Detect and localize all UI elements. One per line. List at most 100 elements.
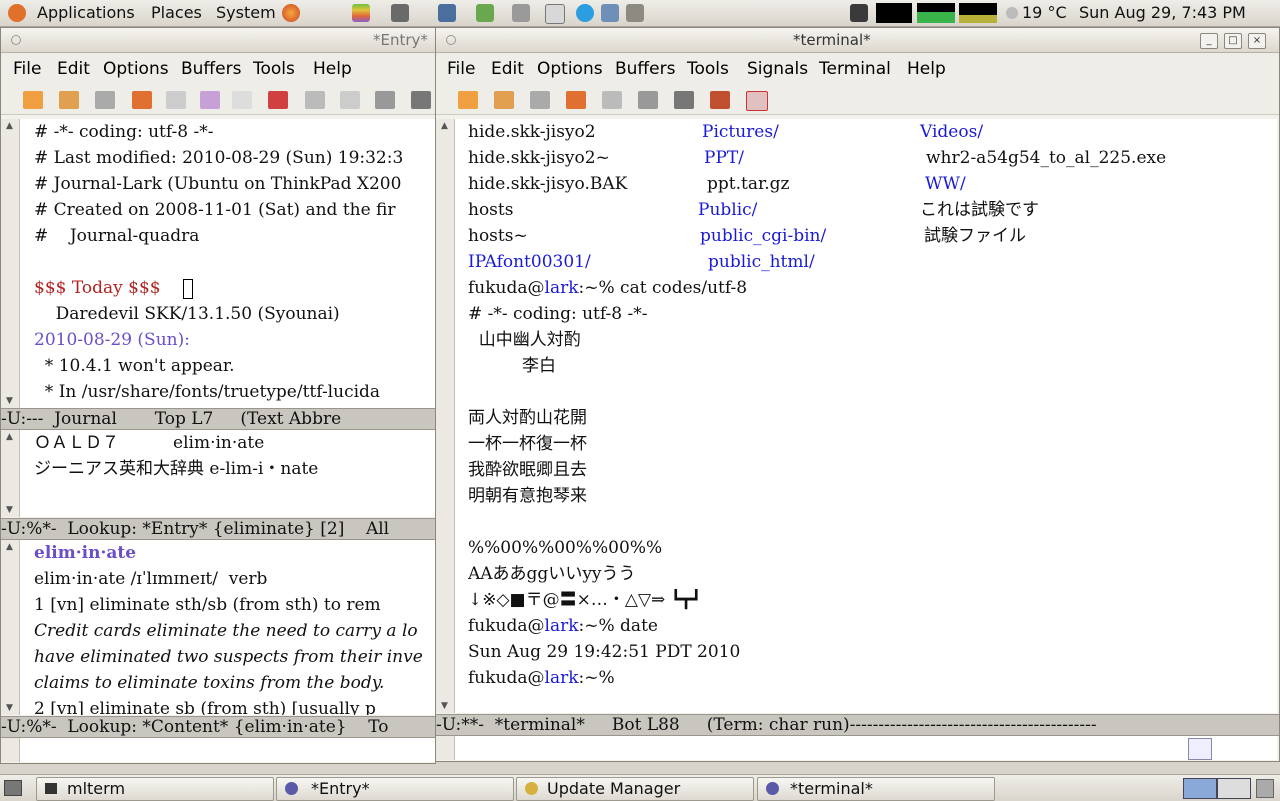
- task-terminal[interactable]: *terminal*: [757, 777, 995, 801]
- scim-icon[interactable]: [1188, 738, 1212, 760]
- output-line: 山中幽人対酌: [468, 330, 581, 350]
- help-icon[interactable]: [746, 91, 768, 111]
- print-icon[interactable]: [411, 91, 431, 109]
- skype-icon[interactable]: [576, 4, 594, 22]
- scrollbar[interactable]: [1, 738, 20, 762]
- terminal-buffer[interactable]: ▲ ▼ hide.skk-jisyo2 Pictures/ Videos/ hid…: [436, 119, 1277, 713]
- cpu-graph[interactable]: [876, 3, 912, 23]
- cut-icon[interactable]: [268, 91, 288, 109]
- menu-edit[interactable]: Edit: [491, 59, 524, 79]
- task-label: Update Manager: [547, 779, 681, 798]
- menu-tools[interactable]: Tools: [687, 59, 729, 79]
- menu-terminal[interactable]: Terminal: [819, 59, 891, 79]
- save-icon[interactable]: [166, 91, 186, 109]
- menu-signals[interactable]: Signals: [747, 59, 808, 79]
- new-file-icon[interactable]: [23, 91, 43, 109]
- maximize-button[interactable]: □: [1224, 33, 1242, 49]
- task-entry[interactable]: *Entry*: [276, 777, 514, 801]
- close-buffer-icon[interactable]: [566, 91, 586, 109]
- scrollbar[interactable]: ▲ ▼: [436, 119, 455, 713]
- bag-icon[interactable]: [476, 4, 494, 22]
- new-file-icon[interactable]: [458, 91, 478, 109]
- copy-icon[interactable]: [305, 91, 325, 109]
- paste-icon[interactable]: [340, 91, 360, 109]
- terminal-modeline[interactable]: -U:**- *terminal* Bot L88 (Term: char ru…: [436, 714, 1279, 736]
- journal-modeline[interactable]: -U:--- Journal Top L7 (Text Abbre: [1, 408, 435, 430]
- entry-minibuffer[interactable]: [1, 738, 435, 762]
- journal-buffer[interactable]: ▲ ▼ # -*- coding: utf-8 -*- # Last modifi…: [1, 119, 435, 408]
- emacs-icon: [285, 782, 298, 795]
- window-menu-icon[interactable]: [11, 35, 21, 45]
- terminal-minibuffer[interactable]: [436, 736, 1277, 760]
- ls-entry: hosts~: [468, 226, 528, 246]
- journal-line: # Journal-Lark (Ubuntu on ThinkPad X200: [34, 174, 402, 194]
- camera-icon[interactable]: [391, 4, 409, 22]
- task-update-manager[interactable]: Update Manager: [516, 777, 754, 801]
- undo-icon[interactable]: [232, 91, 252, 109]
- content-modeline[interactable]: -U:%*- Lookup: *Content* {elim·in·ate} T…: [1, 716, 435, 738]
- lookup-modeline[interactable]: -U:%*- Lookup: *Entry* {eliminate} [2] A…: [1, 518, 435, 540]
- monitor-applet-icon[interactable]: [850, 4, 868, 22]
- trash-icon[interactable]: [1256, 779, 1274, 798]
- menu-file[interactable]: File: [447, 59, 475, 79]
- monitor-icon[interactable]: [438, 4, 456, 22]
- menu-file[interactable]: File: [13, 59, 41, 79]
- content-example: claims to eliminate toxins from the body…: [34, 673, 385, 693]
- menu-help[interactable]: Help: [313, 59, 352, 79]
- menu-help[interactable]: Help: [907, 59, 946, 79]
- volume-icon[interactable]: [512, 4, 530, 22]
- memory-graph[interactable]: [917, 3, 955, 23]
- dired-icon[interactable]: [530, 91, 550, 109]
- content-buffer[interactable]: ▲ ▼ elim·in·ate elim·in·ate /ɪˈlɪmɪneɪt/ …: [1, 540, 435, 715]
- print-icon[interactable]: [674, 91, 694, 109]
- preferences-icon[interactable]: [710, 91, 730, 109]
- mail-icon[interactable]: [545, 4, 565, 24]
- entry-titlebar[interactable]: *Entry*: [1, 28, 435, 53]
- close-buffer-icon[interactable]: [132, 91, 152, 109]
- terminal-titlebar[interactable]: *terminal* _ □ ×: [436, 28, 1279, 53]
- search-icon[interactable]: [375, 91, 395, 109]
- ubuntu-logo-icon[interactable]: [8, 4, 26, 22]
- show-desktop-icon[interactable]: [4, 780, 22, 796]
- workspace-switcher[interactable]: [1217, 778, 1251, 799]
- lookup-line[interactable]: ジーニアス英和大辞典 e-lim-i・nate: [34, 456, 318, 482]
- clock[interactable]: Sun Aug 29, 7:43 PM: [1079, 3, 1246, 22]
- prompt-host: lark: [544, 278, 579, 298]
- network-icon[interactable]: [601, 4, 619, 22]
- apple-icon[interactable]: [352, 4, 370, 22]
- menu-buffers[interactable]: Buffers: [181, 59, 241, 79]
- minimize-button[interactable]: _: [1200, 33, 1218, 49]
- window-menu-icon[interactable]: [446, 35, 456, 45]
- journal-line: * In /usr/share/fonts/truetype/ttf-lucid…: [34, 382, 381, 402]
- scrollbar[interactable]: ▲ ▼: [1, 540, 20, 715]
- journal-line: Daredevil SKK/13.1.50 (Syounai): [34, 304, 340, 324]
- prompt-host: lark: [544, 616, 579, 636]
- scrollbar[interactable]: [436, 736, 455, 760]
- menu-tools[interactable]: Tools: [253, 59, 295, 79]
- system-menu[interactable]: System: [216, 3, 276, 22]
- close-button[interactable]: ×: [1248, 33, 1266, 49]
- menu-options[interactable]: Options: [103, 59, 169, 79]
- save-as-icon[interactable]: [200, 91, 220, 109]
- lookup-buffer[interactable]: ▲ ▼ ＯＡＬＤ７ elim·in·ate ジーニアス英和大辞典 e-lim-i・…: [1, 430, 435, 517]
- menu-edit[interactable]: Edit: [57, 59, 90, 79]
- applications-menu[interactable]: Applications: [37, 3, 135, 22]
- open-folder-icon[interactable]: [59, 91, 79, 109]
- lookup-line[interactable]: ＯＡＬＤ７ elim·in·ate: [34, 430, 264, 456]
- search-icon[interactable]: [638, 91, 658, 109]
- firefox-icon[interactable]: [282, 4, 300, 22]
- menu-options[interactable]: Options: [537, 59, 603, 79]
- weather-label[interactable]: 19 °C: [1022, 3, 1067, 22]
- copy-icon[interactable]: [602, 91, 622, 109]
- menu-buffers[interactable]: Buffers: [615, 59, 675, 79]
- ls-entry: ppt.tar.gz: [707, 174, 790, 194]
- scrollbar[interactable]: ▲ ▼: [1, 430, 20, 517]
- places-menu[interactable]: Places: [151, 3, 202, 22]
- scrollbar[interactable]: ▲ ▼: [1, 119, 20, 408]
- open-folder-icon[interactable]: [494, 91, 514, 109]
- task-mlterm[interactable]: mlterm: [36, 777, 274, 801]
- network-graph[interactable]: [959, 3, 997, 23]
- dog-icon[interactable]: [626, 4, 644, 22]
- dired-icon[interactable]: [95, 91, 115, 109]
- workspace-switcher[interactable]: [1183, 778, 1217, 799]
